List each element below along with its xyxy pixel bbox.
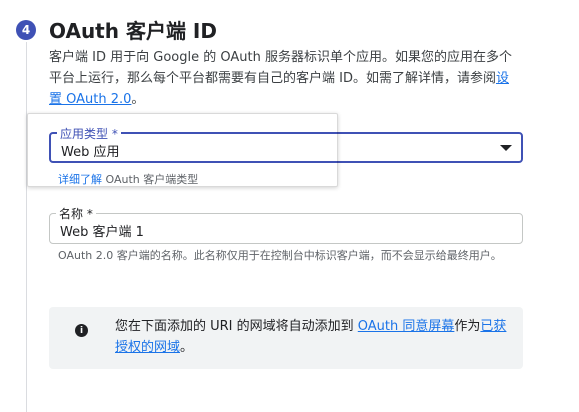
step-connector-line xyxy=(26,42,27,412)
client-type-help: 详细了解 OAuth 客户端类型 xyxy=(58,171,198,187)
description-text: 客户端 ID 用于向 Google 的 OAuth 服务器标识单个应用。如果您的… xyxy=(49,50,512,86)
section-title: OAuth 客户端 ID xyxy=(49,19,217,43)
oauth-consent-screen-link[interactable]: OAuth 同意屏幕 xyxy=(358,319,455,334)
application-type-select[interactable]: 应用类型 * Web 应用 xyxy=(49,125,523,163)
client-name-value: Web 客户端 1 xyxy=(60,225,144,240)
info-notice: i 您在下面添加的 URI 的网域将自动添加到 OAuth 同意屏幕作为已获授权… xyxy=(49,307,523,369)
step-number-badge: 4 xyxy=(16,20,36,40)
section-description: 客户端 ID 用于向 Google 的 OAuth 服务器标识单个应用。如果您的… xyxy=(49,47,519,110)
dropdown-arrow-icon[interactable] xyxy=(500,145,512,151)
info-text-middle: 作为 xyxy=(454,319,481,334)
info-text-before: 您在下面添加的 URI 的网域将自动添加到 xyxy=(115,319,358,334)
info-suffix: 。 xyxy=(180,340,194,355)
client-name-label: 名称 * xyxy=(56,205,96,222)
learn-more-link[interactable]: 详细了解 xyxy=(58,173,102,186)
description-suffix: 。 xyxy=(131,92,145,107)
client-name-field[interactable]: 名称 * Web 客户端 1 xyxy=(49,205,523,244)
info-icon: i xyxy=(75,324,88,337)
application-type-value: Web 应用 xyxy=(61,145,120,160)
application-type-label: 应用类型 * xyxy=(57,125,121,142)
client-name-hint: OAuth 2.0 客户端的名称。此名称仅用于在控制台中标识客户端，而不会显示给… xyxy=(58,249,502,262)
client-type-help-text: OAuth 客户端类型 xyxy=(102,173,199,186)
info-text: 您在下面添加的 URI 的网域将自动添加到 OAuth 同意屏幕作为已获授权的网… xyxy=(115,316,515,358)
